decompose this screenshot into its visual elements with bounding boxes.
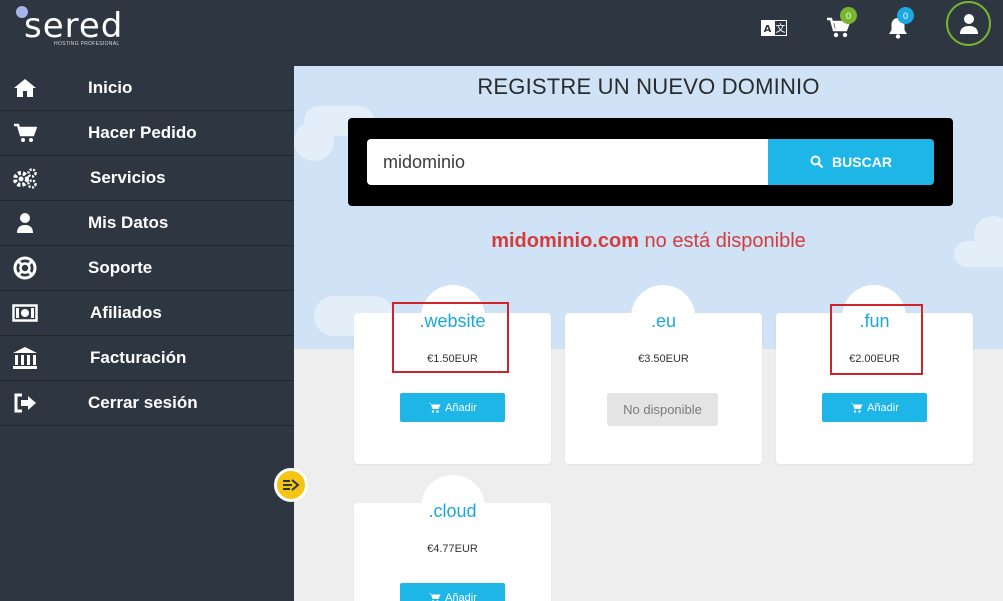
sidebar-item-label: Afiliados <box>90 303 162 322</box>
notifications-count-badge: 0 <box>897 7 914 24</box>
sidebar-item-label: Cerrar sesión <box>88 393 198 412</box>
sidebar-item-afiliados[interactable]: Afiliados <box>0 291 294 336</box>
logout-icon <box>12 391 38 415</box>
highlight-box <box>830 304 923 375</box>
domain-price: €3.50EUR <box>638 353 689 365</box>
domain-search-input[interactable] <box>367 139 768 185</box>
sidebar-item-label: Hacer Pedido <box>88 123 197 142</box>
translate-icon[interactable]: A 文 <box>760 14 788 42</box>
domain-card-eu: .eu €3.50EUR No disponible <box>565 311 762 464</box>
svg-text:A: A <box>764 24 772 35</box>
money-icon <box>12 301 38 325</box>
cart-icon <box>428 403 441 413</box>
domain-price: €4.77EUR <box>427 543 478 555</box>
user-icon <box>12 211 38 235</box>
domain-card-cloud: .cloud €4.77EUR Añadir <box>354 501 551 601</box>
add-to-cart-button[interactable]: Añadir <box>822 393 927 422</box>
top-bar: sered HOSTING PROFESIONAL A 文 0 0 <box>0 0 1003 66</box>
sidebar-item-label: Mis Datos <box>88 213 169 232</box>
sidebar-item-cerrar-sesion[interactable]: Cerrar sesión <box>0 381 294 426</box>
domain-tld: .cloud <box>428 501 477 521</box>
availability-message: no está disponible <box>639 230 806 252</box>
sidebar: Inicio Hacer Pedido Servicios Mis Datos … <box>0 66 294 601</box>
sidebar-item-servicios[interactable]: Servicios <box>0 156 294 201</box>
sidebar-item-mis-datos[interactable]: Mis Datos <box>0 201 294 246</box>
svg-text:文: 文 <box>776 22 786 35</box>
sidebar-item-label: Servicios <box>90 168 166 187</box>
cart-icon <box>428 593 441 601</box>
add-button-label: Añadir <box>445 401 477 414</box>
lifering-icon <box>12 256 38 280</box>
add-button-label: Añadir <box>867 401 899 414</box>
searched-domain: midominio.com <box>491 230 639 252</box>
sidebar-item-label: Facturación <box>90 348 187 367</box>
arrow-right-icon <box>283 479 300 491</box>
home-icon <box>12 76 38 100</box>
user-icon <box>959 13 978 34</box>
sidebar-item-facturacion[interactable]: Facturación <box>0 336 294 381</box>
sidebar-toggle-button[interactable] <box>274 468 308 502</box>
availability-result: midominio.com no está disponible <box>294 230 1003 253</box>
sidebar-item-label: Inicio <box>88 78 133 97</box>
not-available-button: No disponible <box>607 393 718 426</box>
domain-tld: .eu <box>650 311 677 331</box>
add-to-cart-button[interactable]: Añadir <box>400 393 505 422</box>
gears-icon <box>12 166 38 190</box>
brand-name: sered <box>24 6 124 46</box>
sidebar-item-label: Soporte <box>88 258 153 277</box>
search-button[interactable]: BUSCAR <box>768 139 934 185</box>
brand-logo[interactable]: sered HOSTING PROFESIONAL <box>14 4 144 54</box>
highlight-box <box>392 302 509 373</box>
brand-tagline: HOSTING PROFESIONAL <box>54 41 120 47</box>
page-title: REGISTRE UN NUEVO DOMINIO <box>477 74 820 99</box>
search-icon <box>810 155 824 169</box>
bank-icon <box>12 346 38 370</box>
cart-icon <box>12 121 38 145</box>
user-avatar-button[interactable] <box>946 1 991 46</box>
sidebar-item-inicio[interactable]: Inicio <box>0 66 294 111</box>
add-to-cart-button[interactable]: Añadir <box>400 583 505 601</box>
search-button-label: BUSCAR <box>832 154 892 170</box>
sidebar-item-soporte[interactable]: Soporte <box>0 246 294 291</box>
cart-count-badge: 0 <box>840 7 857 24</box>
add-button-label: Añadir <box>445 591 477 601</box>
sidebar-item-hacer-pedido[interactable]: Hacer Pedido <box>0 111 294 156</box>
cart-icon <box>850 403 863 413</box>
